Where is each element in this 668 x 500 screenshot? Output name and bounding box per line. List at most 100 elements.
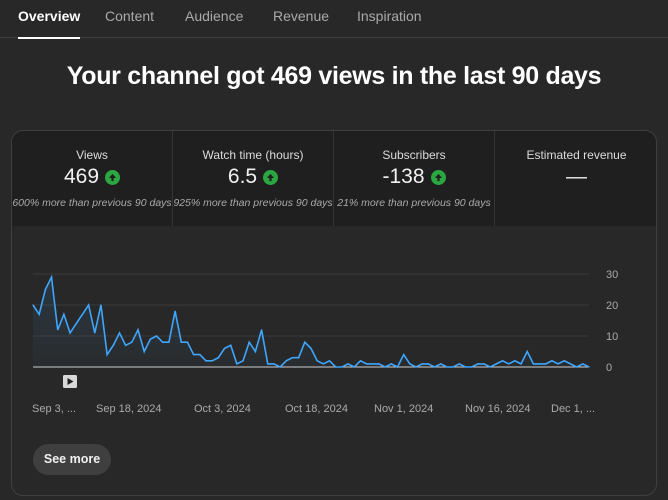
data-point [576, 366, 578, 368]
data-point [471, 366, 473, 368]
views-chart: 0 10 20 30 Sep 3, ... Sep 18, 2024 Oct 3, 202… [12, 226, 656, 426]
metric-label: Estimated revenue [526, 148, 627, 162]
data-point [32, 304, 34, 306]
data-point [118, 332, 121, 334]
metric-estimated-revenue[interactable]: Estimated revenue — [495, 131, 656, 226]
x-tick-label: Sep 18, 2024 [96, 403, 161, 415]
data-point [279, 366, 281, 368]
metric-label: Views [76, 148, 108, 162]
data-point [477, 363, 479, 365]
data-point [446, 366, 448, 368]
data-point [310, 347, 312, 349]
y-tick-label: 10 [606, 331, 618, 343]
data-point [199, 354, 201, 356]
data-point [38, 313, 40, 315]
data-point [347, 363, 349, 365]
data-point [143, 350, 145, 353]
metric-value: 6.5 [227, 165, 258, 188]
data-point [458, 363, 460, 365]
data-point [230, 344, 232, 346]
data-point [335, 366, 337, 368]
data-point [396, 366, 399, 368]
data-point [322, 363, 324, 365]
tab-bar: Overview Content Audience Revenue Inspir… [0, 0, 668, 39]
data-point [137, 329, 139, 331]
tab-overview[interactable]: Overview [18, 0, 81, 39]
metric-views[interactable]: Views 469 600% more than previous 90 day… [12, 131, 173, 226]
data-point [427, 363, 429, 365]
data-point [63, 313, 65, 315]
metric-subscribers[interactable]: Subscribers -138 21% more than previous … [334, 131, 495, 226]
page-headline: Your channel got 469 views in the last 9… [66, 62, 602, 90]
data-point [538, 363, 541, 365]
see-more-button[interactable]: See more [33, 444, 111, 475]
data-point [44, 288, 46, 291]
data-point [242, 360, 244, 362]
data-point [563, 360, 565, 362]
metric-value-row: 6.5 [173, 165, 333, 189]
data-point [131, 341, 133, 343]
data-point [421, 363, 423, 365]
tab-inspiration[interactable]: Inspiration [357, 0, 422, 38]
metric-label: Subscribers [382, 148, 446, 162]
data-point [341, 366, 343, 368]
data-point [168, 341, 170, 343]
data-point [125, 344, 127, 346]
metric-value: — [566, 165, 587, 188]
tab-content[interactable]: Content [105, 0, 154, 38]
data-point [267, 363, 269, 365]
data-point [285, 360, 287, 362]
data-point [551, 360, 553, 362]
data-point [390, 363, 392, 365]
data-point [433, 366, 436, 368]
metric-value: -138 [382, 165, 425, 188]
data-point [162, 341, 164, 343]
data-point [112, 344, 114, 346]
data-point [304, 341, 306, 343]
data-point [193, 354, 195, 356]
data-point [532, 363, 535, 365]
data-point [569, 363, 572, 365]
data-point [57, 329, 59, 331]
metric-note: 925% more than previous 90 days [173, 197, 333, 209]
data-point [495, 363, 497, 365]
metric-note: 600% more than previous 90 days [12, 197, 172, 209]
tab-revenue[interactable]: Revenue [273, 0, 329, 38]
data-point [316, 360, 318, 362]
x-tick-label: Oct 3, 2024 [194, 403, 251, 415]
data-point [545, 363, 547, 365]
data-point [100, 304, 102, 306]
x-tick-label: Dec 1, ... [551, 403, 595, 415]
metric-note: 21% more than previous 90 days [337, 197, 491, 209]
data-point [409, 363, 411, 365]
metric-value: 469 [63, 165, 100, 188]
arrow-up-icon [430, 169, 446, 185]
analytics-card: Views 469 600% more than previous 90 day… [11, 130, 657, 496]
data-point [353, 366, 355, 368]
y-tick-label: 0 [606, 362, 612, 374]
metric-value-row: 469 [12, 165, 172, 189]
data-point [211, 360, 213, 362]
data-point [403, 354, 405, 356]
data-point [155, 335, 158, 337]
tab-audience[interactable]: Audience [185, 0, 243, 38]
data-point [582, 363, 584, 365]
data-point [291, 357, 294, 359]
data-point [180, 341, 182, 343]
data-point [217, 357, 219, 359]
metric-watch-time[interactable]: Watch time (hours) 6.5 925% more than pr… [173, 131, 334, 226]
data-point [359, 360, 362, 362]
metric-tiles: Views 469 600% more than previous 90 day… [12, 131, 656, 226]
data-point [94, 332, 96, 334]
play-icon[interactable] [63, 375, 77, 388]
data-point [372, 363, 374, 365]
data-point [75, 323, 77, 325]
data-point [483, 363, 485, 365]
data-point [88, 304, 90, 306]
arrow-up-icon [105, 169, 121, 185]
data-point [81, 313, 84, 315]
y-tick-label: 30 [606, 269, 618, 281]
data-point [588, 366, 590, 368]
data-point [514, 360, 516, 362]
data-point [415, 366, 417, 368]
